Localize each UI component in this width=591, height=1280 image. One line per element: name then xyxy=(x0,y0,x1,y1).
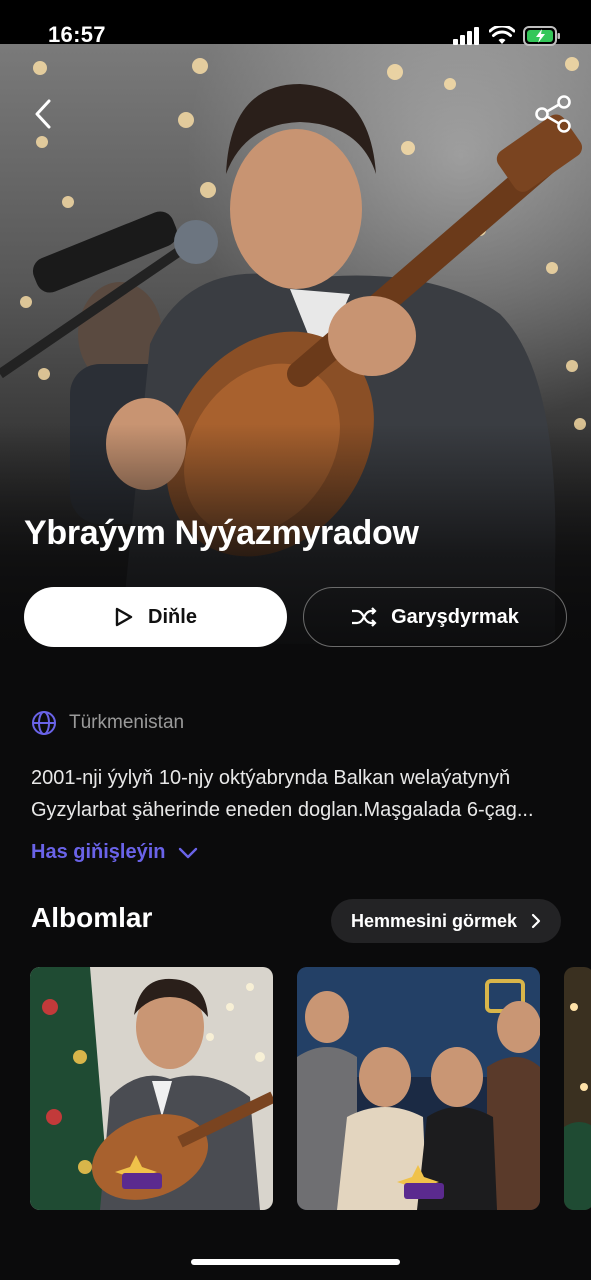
chevron-left-icon xyxy=(35,99,51,129)
play-button-label: Diňle xyxy=(148,605,197,628)
artist-hero-image xyxy=(0,44,591,664)
artist-screen: 16:57 Ybraýym Nyýazmyradow Diňle Garyşdy… xyxy=(0,0,591,1280)
back-button[interactable] xyxy=(24,94,64,134)
expand-bio-label: Has giňişleýin xyxy=(31,841,166,863)
share-icon xyxy=(535,95,571,133)
status-bar: 16:57 xyxy=(0,0,591,47)
share-button[interactable] xyxy=(531,91,577,137)
album-cover xyxy=(30,967,273,1210)
status-time: 16:57 xyxy=(48,22,106,47)
chevron-right-icon xyxy=(531,913,541,929)
action-row: Diňle Garyşdyrmak xyxy=(24,587,567,647)
country-label: Türkmenistan xyxy=(69,712,185,733)
chevron-down-icon xyxy=(178,847,197,858)
artist-name: Ybraýym Nyýazmyradow xyxy=(24,514,419,552)
status-icons xyxy=(453,26,561,46)
album-cover xyxy=(564,967,591,1210)
wifi-icon xyxy=(489,26,515,44)
albums-section-title: Albomlar xyxy=(31,902,153,933)
expand-bio-link[interactable]: Has giňişleýin xyxy=(31,841,198,864)
shuffle-button[interactable]: Garyşdyrmak xyxy=(303,587,567,647)
country-row: Türkmenistan xyxy=(31,710,184,736)
albums-carousel xyxy=(30,967,591,1210)
album-card[interactable] xyxy=(30,967,273,1210)
album-card[interactable] xyxy=(564,967,591,1210)
album-card[interactable] xyxy=(297,967,540,1210)
play-button[interactable]: Diňle xyxy=(24,587,287,647)
globe-icon xyxy=(32,711,56,735)
shuffle-button-label: Garyşdyrmak xyxy=(391,605,519,628)
artist-bio: 2001-nji ýylyň 10-njy oktýabrynda Balkan… xyxy=(31,767,534,821)
signal-icon xyxy=(453,27,479,45)
play-icon xyxy=(115,607,133,627)
home-indicator[interactable] xyxy=(191,1259,400,1265)
shuffle-icon xyxy=(352,607,377,627)
see-all-label: Hemmesini görmek xyxy=(350,910,518,931)
battery-charging-icon xyxy=(523,26,560,46)
album-cover xyxy=(297,967,540,1210)
see-all-albums-button[interactable]: Hemmesini görmek xyxy=(331,899,561,943)
